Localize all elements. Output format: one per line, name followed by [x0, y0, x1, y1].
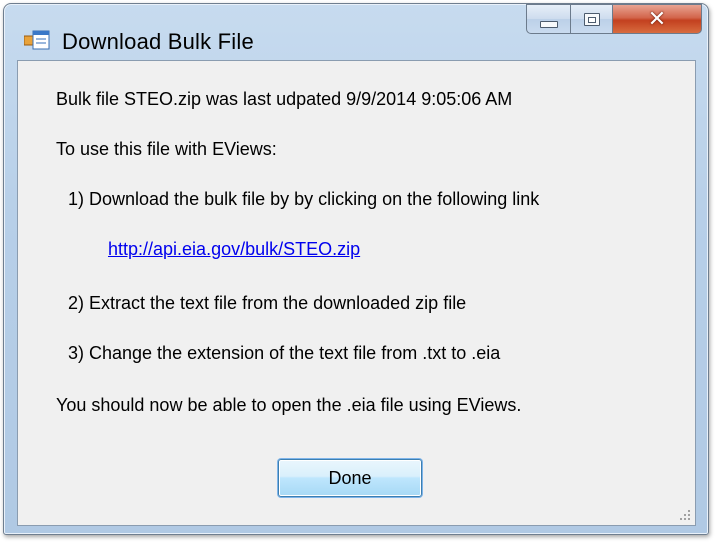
maximize-icon — [583, 12, 600, 26]
step-2-text: 2) Extract the text file from the downlo… — [68, 293, 467, 313]
download-link[interactable]: http://api.eia.gov/bulk/STEO.zip — [108, 239, 360, 260]
resize-grip-icon[interactable] — [678, 508, 692, 522]
close-button[interactable]: ✕ — [612, 4, 702, 34]
minimize-icon — [539, 20, 558, 28]
step-3-text: 3) Change the extension of the text file… — [68, 343, 501, 363]
download-bulk-file-dialog: Download Bulk File ✕ Bulk file STEO.zip … — [3, 3, 709, 535]
dialog-body: Bulk file STEO.zip was last udpated 9/9/… — [17, 60, 696, 526]
step-1-text: 1) Download the bulk file by by clicking… — [68, 189, 540, 209]
intro-text: To use this file with EViews: — [56, 139, 277, 159]
title-bar[interactable]: Download Bulk File ✕ — [4, 4, 708, 56]
close-icon: ✕ — [647, 6, 667, 32]
done-button[interactable]: Done — [278, 459, 422, 497]
minimize-button[interactable] — [526, 4, 570, 34]
windows-form-icon — [24, 30, 50, 50]
last-updated-text: Bulk file STEO.zip was last udpated 9/9/… — [56, 89, 513, 109]
window-title: Download Bulk File — [62, 29, 254, 54]
caption-buttons: ✕ — [526, 4, 702, 36]
maximize-button[interactable] — [570, 4, 612, 34]
closing-text: You should now be able to open the .eia … — [56, 395, 522, 415]
